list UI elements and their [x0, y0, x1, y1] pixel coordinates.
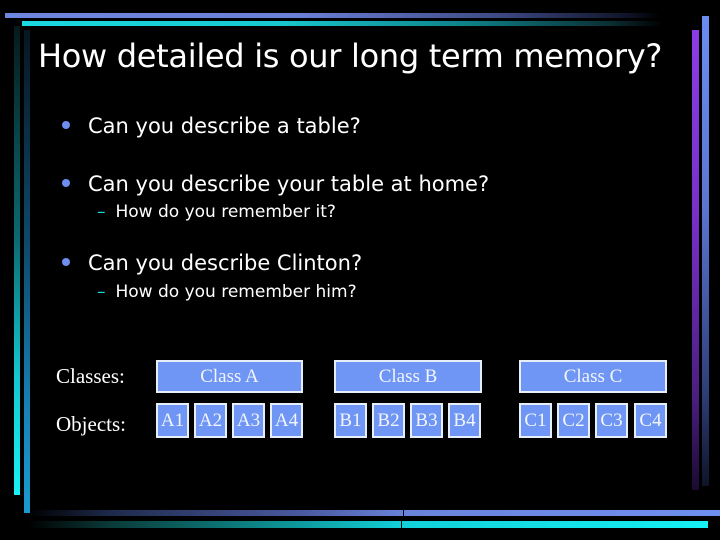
object-box: C2 [557, 403, 590, 438]
sub-bullet-text: How do you remember it? [115, 202, 336, 222]
bottom-decor-divider [403, 510, 404, 516]
left-decor-bar-cyan [14, 26, 20, 495]
bullet-item: Can you describe your table at home? [62, 170, 489, 198]
bullet-text: Can you describe your table at home? [88, 172, 490, 196]
object-box: A2 [194, 403, 227, 438]
object-box: B3 [410, 403, 443, 438]
object-box: A3 [232, 403, 265, 438]
object-box: A1 [156, 403, 189, 438]
object-box: C3 [595, 403, 628, 438]
object-box: B2 [372, 403, 405, 438]
bottom-decor-bar-blue [28, 510, 720, 516]
right-decor-bar-blue [702, 16, 709, 486]
right-decor-bar-purple [692, 30, 699, 490]
dash-icon: – [97, 282, 106, 302]
top-decor-bar-blue [5, 13, 660, 18]
sub-bullet-item: – How do you remember it? [97, 201, 336, 223]
bottom-decor-bar-cyan [28, 521, 708, 528]
left-decor-bar-blue [24, 30, 30, 513]
slide-title: How detailed is our long term memory? [38, 37, 663, 75]
bottom-decor-divider [401, 521, 402, 528]
object-box: B4 [448, 403, 481, 438]
sub-bullet-text: How do you remember him? [115, 282, 357, 302]
bullet-dot-icon [62, 258, 70, 266]
bullet-text: Can you describe Clinton? [88, 251, 363, 275]
bullet-item: Can you describe a table? [62, 112, 361, 140]
class-box-a: Class A [156, 360, 303, 393]
bullet-dot-icon [62, 179, 70, 187]
object-box: C1 [519, 403, 552, 438]
bullet-text: Can you describe a table? [88, 114, 361, 138]
bullet-item: Can you describe Clinton? [62, 249, 362, 277]
object-box: B1 [334, 403, 367, 438]
classes-label: Classes: [56, 364, 125, 388]
object-box: A4 [270, 403, 303, 438]
sub-bullet-item: – How do you remember him? [97, 281, 357, 303]
dash-icon: – [97, 202, 106, 222]
class-box-c: Class C [519, 360, 667, 393]
object-box: C4 [634, 403, 667, 438]
class-box-b: Class B [334, 360, 482, 393]
bullet-dot-icon [62, 121, 70, 129]
top-decor-bar-cyan [22, 21, 662, 26]
objects-label: Objects: [56, 412, 126, 436]
